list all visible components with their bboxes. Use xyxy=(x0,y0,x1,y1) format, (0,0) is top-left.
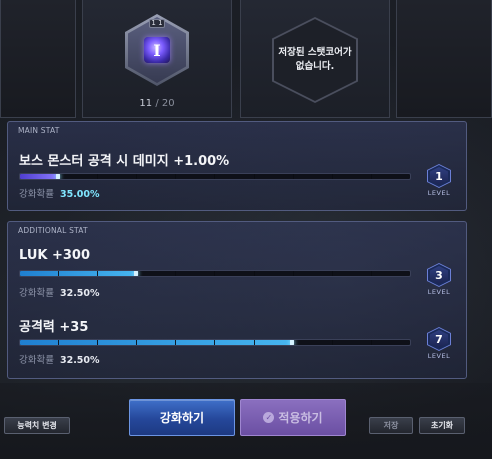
additional-stat-2-level-value: 7 xyxy=(430,330,448,348)
additional-stat-2-probability: 강화확률 32.50% xyxy=(19,352,100,366)
additional-stat-panel: ADDITIONAL STAT LUK +300 강화확률 32.50% 3 LE… xyxy=(7,221,467,379)
additional-stat-2-prob-label: 강화확률 xyxy=(19,355,54,366)
additional-stat-2-level-badge: 7 LEVEL xyxy=(422,327,456,364)
additional-stat-1-probability: 강화확률 32.50% xyxy=(19,285,100,299)
additional-stat-1-progress-bar xyxy=(19,270,411,277)
additional-stat-2-prob-value: 32.50% xyxy=(59,355,100,366)
additional-stat-1-level-value: 3 xyxy=(430,266,448,284)
progress-tip xyxy=(56,174,60,179)
main-stat-panel: MAIN STAT 보스 몬스터 공격 시 데미지 +1.00% 강화확률 35.… xyxy=(7,121,467,211)
additional-stat-1-level-label: LEVEL xyxy=(427,288,451,296)
main-stat-name: 보스 몬스터 공격 시 데미지 +1.00% xyxy=(19,154,230,169)
core-count-current: 11 xyxy=(139,98,153,109)
main-stat-probability: 강화확률 35.00% xyxy=(19,186,100,200)
core-count-total: / 20 xyxy=(155,98,175,109)
main-stat-level-label: LEVEL xyxy=(427,189,451,197)
additional-stat-1-name: LUK +300 xyxy=(19,248,91,263)
stat-core-slot[interactable]: 1 1 I xyxy=(125,14,189,86)
main-stat-prob-value: 35.00% xyxy=(59,189,100,200)
main-stat-label: MAIN STAT xyxy=(18,126,60,135)
core-count: 11 / 20 xyxy=(125,98,189,109)
additional-stat-1-prob-value: 32.50% xyxy=(59,288,100,299)
reset-button[interactable]: 초기화 xyxy=(419,417,465,434)
progress-tip xyxy=(134,271,138,276)
stat-core-icon: I xyxy=(144,37,170,63)
main-stat-progress-bar xyxy=(19,173,411,180)
apply-button-label: 적용하기 xyxy=(278,411,323,425)
additional-stat-2-progress-bar xyxy=(19,339,411,346)
main-stat-level-badge: 1 LEVEL xyxy=(422,164,456,201)
additional-stat-1-level-badge: 3 LEVEL xyxy=(422,263,456,300)
top-side-panel-left xyxy=(0,0,76,118)
additional-stat-2-name: 공격력 +35 xyxy=(19,320,89,335)
stat-change-button[interactable]: 능력치 변경 xyxy=(4,417,70,434)
additional-stat-2-level-label: LEVEL xyxy=(427,352,451,360)
top-side-panel-right xyxy=(396,0,492,118)
save-button[interactable]: 저장 xyxy=(369,417,413,434)
main-stat-level-value: 1 xyxy=(430,167,448,185)
apply-button[interactable]: ✓ 적용하기 xyxy=(240,399,346,436)
additional-stat-1-prob-label: 강화확률 xyxy=(19,288,54,299)
main-stat-prob-label: 강화확률 xyxy=(19,189,54,200)
core-level-tag: 1 1 xyxy=(149,19,165,28)
additional-stat-label: ADDITIONAL STAT xyxy=(18,226,88,235)
enhance-button[interactable]: 강화하기 xyxy=(129,399,235,436)
progress-tip xyxy=(290,340,294,345)
check-icon: ✓ xyxy=(263,412,275,423)
